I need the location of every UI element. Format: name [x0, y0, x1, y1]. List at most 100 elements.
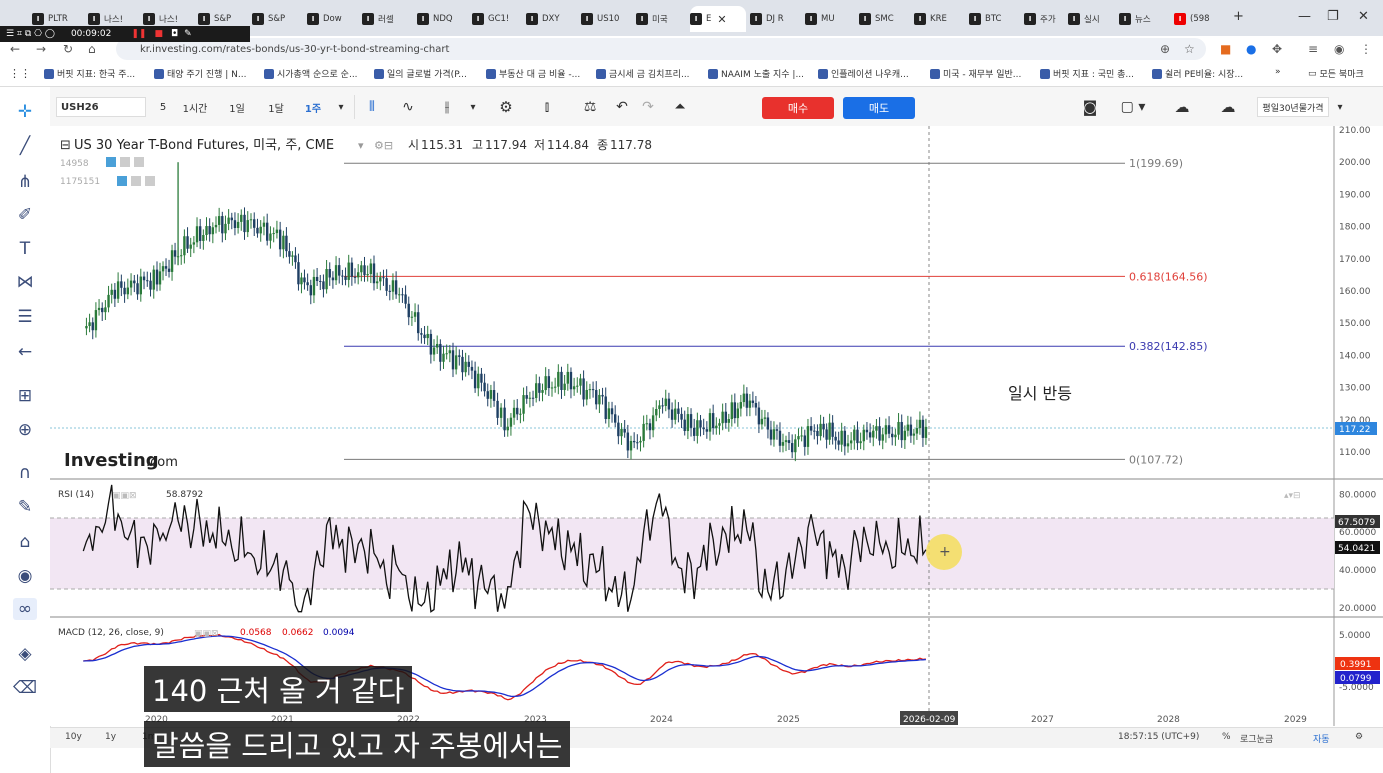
zoom-icon[interactable]: ⊕ — [1160, 42, 1170, 56]
bookmark-item[interactable]: 일의 글로벌 가격(P... — [374, 67, 467, 80]
pause-icon[interactable]: ❚❚ — [131, 29, 146, 39]
study2-gear-icon[interactable] — [131, 176, 141, 186]
fib-icon[interactable]: ☰ — [13, 306, 37, 328]
chart-area[interactable]: + 1(199.69) 0.618(164.56) 0.382(142.85) 0(1… — [50, 126, 1383, 726]
indicators-icon[interactable]: ⫾ — [535, 97, 559, 117]
title-dropdown-icon[interactable]: ▾ — [358, 139, 364, 152]
compare-dropdown-icon[interactable]: ▾ — [466, 97, 480, 117]
browser-tab[interactable]: I SMC — [859, 6, 909, 32]
indicator-icon[interactable]: ⊞ — [13, 385, 37, 407]
minimize-icon[interactable]: — — [1298, 9, 1311, 24]
settings-gear-icon[interactable]: ⚙ — [494, 97, 518, 117]
bookmark-item[interactable]: 부동산 대 금 비율 -... — [486, 67, 580, 80]
browser-tab[interactable]: I 미국 — [636, 6, 686, 32]
bookmark-item[interactable]: 인플레이션 나우캐... — [818, 67, 909, 80]
bookmark-item[interactable]: 금시세 금 김치프리... — [596, 67, 690, 80]
interval-button[interactable]: 5 — [146, 97, 180, 117]
pane-controls-icon[interactable]: ▴▾⊟ — [1284, 491, 1301, 501]
macd-icons[interactable]: ▣▣⊠ — [194, 629, 219, 639]
magnet-icon[interactable]: ∩ — [13, 462, 37, 484]
browser-tab[interactable]: I BTC — [969, 6, 1019, 32]
auto-toggle[interactable]: 자동 — [1313, 732, 1330, 745]
trendline-icon[interactable]: ╱ — [13, 135, 37, 157]
pitchfork-icon[interactable]: ⋔ — [13, 171, 37, 193]
interval-button[interactable]: 1시간 — [178, 97, 212, 117]
all-bookmarks[interactable]: ▭ 모든 북마크 — [1308, 67, 1364, 81]
cloud-upload-icon[interactable]: ☁ — [1214, 97, 1242, 117]
browser-tab[interactable]: I DXY — [526, 6, 576, 32]
header-settings-icon[interactable]: ⚙⊟ — [374, 139, 393, 152]
bookmark-item[interactable]: 쉴러 PE비율: 시장... — [1152, 67, 1243, 80]
symbol-input[interactable]: USH26 — [56, 97, 146, 117]
layout-icon[interactable]: ▢ ▾ — [1116, 97, 1150, 117]
pen-icon[interactable]: ✎ — [184, 29, 192, 39]
cloud-download-icon[interactable]: ☁ — [1168, 97, 1196, 117]
scale-icon[interactable]: ⚖ — [578, 97, 602, 117]
url-field[interactable]: kr.investing.com/rates-bonds/us-30-yr-t-… — [116, 38, 1206, 60]
extension-icon[interactable]: ■ — [1220, 42, 1231, 56]
compare-icon[interactable]: ⫲ — [436, 97, 458, 117]
tab-close-icon[interactable]: ✕ — [717, 13, 726, 26]
clock[interactable]: 18:57:15 (UTC+9) — [1118, 732, 1199, 742]
browser-tab[interactable]: I MU — [805, 6, 855, 32]
pencil-lock-icon[interactable]: ✎ — [13, 496, 37, 518]
interval-button[interactable]: 1달 — [259, 97, 293, 117]
home-icon[interactable]: ⌂ — [88, 42, 96, 56]
sell-button[interactable]: 매도 — [843, 97, 915, 119]
interval-button[interactable]: 1주 — [296, 97, 330, 117]
menu-icon[interactable]: ⋮ — [1360, 42, 1372, 56]
line-chart-icon[interactable]: ∿ — [396, 97, 420, 117]
back-icon[interactable]: ← — [10, 42, 20, 56]
percent-toggle[interactable]: % — [1222, 732, 1231, 742]
study1-eye-icon[interactable] — [106, 157, 116, 167]
log-toggle[interactable]: 로그눈금 — [1240, 732, 1273, 745]
trash-icon[interactable]: ⌫ — [13, 677, 37, 699]
candles-icon[interactable]: ⫴ — [362, 97, 382, 117]
pattern-icon[interactable]: ⋈ — [13, 271, 37, 293]
browser-tab[interactable]: I 러셀 — [362, 6, 412, 32]
study1-close-icon[interactable] — [134, 157, 144, 167]
interval-button[interactable]: 1일 — [220, 97, 254, 117]
shield-icon[interactable]: ● — [1246, 42, 1256, 56]
text-icon[interactable]: T — [13, 238, 37, 260]
browser-tab[interactable]: I 뉴스 — [1119, 6, 1169, 32]
close-window-icon[interactable]: ✕ — [1358, 9, 1369, 24]
browser-tab[interactable]: I Dow — [307, 6, 357, 32]
bookmark-item[interactable]: 시가총액 순으로 순... — [264, 67, 358, 80]
camera-icon[interactable]: ◙ — [1078, 97, 1102, 117]
browser-tab[interactable]: I S&P — [252, 6, 302, 32]
zoom-in-icon[interactable]: ⊕ — [13, 419, 37, 441]
puzzle-icon[interactable]: ✥ — [1272, 42, 1282, 56]
rsi-icons[interactable]: ▣▣⊠ — [112, 491, 137, 501]
settings-dropdown-icon[interactable]: ▾ — [1333, 97, 1347, 117]
eye-icon[interactable]: ◉ — [13, 565, 37, 587]
crosshair-icon[interactable]: ✛ — [13, 101, 37, 123]
bookmark-item[interactable]: 미국 - 재무부 일반... — [930, 67, 1021, 80]
alert-icon[interactable]: ⏶ — [668, 97, 692, 117]
media-icon[interactable]: ≡ — [1308, 42, 1318, 56]
forward-icon[interactable]: → — [36, 42, 46, 56]
undo-icon[interactable]: ↶ — [612, 97, 632, 117]
bookmark-item[interactable]: 태양 주기 진행 | N... — [154, 67, 246, 80]
browser-tab[interactable]: I 실시 — [1068, 6, 1114, 32]
browser-tab[interactable]: I NDQ — [417, 6, 467, 32]
browser-tab[interactable]: I GC1! — [472, 6, 522, 32]
browser-tab[interactable]: I KRE — [914, 6, 964, 32]
layers-icon[interactable]: ◈ — [13, 643, 37, 665]
browser-tab[interactable]: I (598 — [1174, 6, 1224, 32]
range-10y[interactable]: 10y — [65, 732, 82, 742]
arrow-left-icon[interactable]: ← — [13, 341, 37, 363]
lock-icon[interactable]: ⌂ — [13, 531, 37, 553]
more-bookmarks-icon[interactable]: » — [1275, 67, 1281, 77]
price-setting-select[interactable]: 평일30년물가격 — [1257, 97, 1329, 117]
maximize-icon[interactable]: ❐ — [1327, 9, 1339, 24]
bookmark-item[interactable]: NAAIM 노출 지수 |... — [708, 67, 804, 80]
browser-tab[interactable]: I US10 — [581, 6, 631, 32]
study1-gear-icon[interactable] — [120, 157, 130, 167]
apps-icon[interactable]: ⋮⋮ — [9, 67, 31, 80]
new-tab-button[interactable]: + — [1233, 9, 1244, 24]
avatar[interactable]: ◉ — [1334, 42, 1344, 56]
bookmark-item[interactable]: 버핏 지표 : 국민 총... — [1040, 67, 1134, 80]
study2-close-icon[interactable] — [145, 176, 155, 186]
browser-tab[interactable]: I DJ R — [750, 6, 800, 32]
